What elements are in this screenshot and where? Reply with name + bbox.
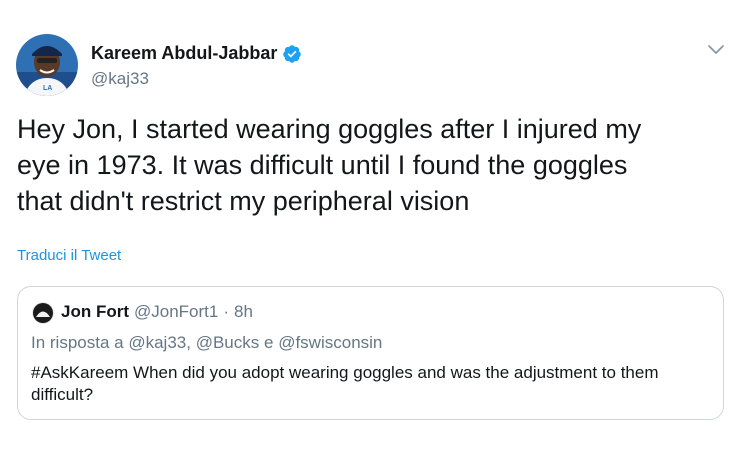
author-name: Kareem Abdul-Jabbar [91, 43, 278, 63]
quote-text: #AskKareem When did you adopt wearing go… [31, 363, 659, 404]
reply-mention-fswisconsin: @fswisconsin [278, 333, 383, 352]
quote-reply-context: In risposta a @kaj33, @Bucks e @fswiscon… [31, 333, 382, 353]
reply-mention-kaj33: @kaj33, [128, 333, 191, 352]
tweet-card: LA Kareem Abdul-Jabbar @kaj33 Hey Jon, I… [0, 0, 738, 462]
quote-author-handle: @JonFort1 [134, 302, 219, 321]
quote-author-name: Jon Fort [61, 302, 129, 321]
quote-header: Jon Fort @JonFort1 · 8h [61, 302, 253, 322]
author-avatar[interactable]: LA [16, 34, 78, 96]
chevron-down-icon[interactable] [706, 40, 726, 60]
author-name-row[interactable]: Kareem Abdul-Jabbar [91, 43, 302, 64]
reply-conjunction: e [264, 333, 274, 352]
quoted-tweet[interactable]: Jon Fort @JonFort1 · 8h In risposta a @k… [17, 286, 724, 420]
svg-text:LA: LA [43, 85, 52, 92]
quote-timestamp: 8h [234, 302, 253, 321]
quote-separator: · [223, 302, 230, 321]
author-handle[interactable]: @kaj33 [91, 69, 149, 89]
quote-author-avatar [32, 302, 54, 324]
tweet-text: Hey Jon, I started wearing goggles after… [17, 114, 642, 216]
verified-badge-icon [282, 44, 302, 64]
translate-tweet-link[interactable]: Traduci il Tweet [17, 247, 121, 264]
reply-prefix: In risposta a [31, 333, 124, 352]
avatar-image: LA [16, 34, 78, 96]
reply-mention-bucks: @Bucks [195, 333, 260, 352]
